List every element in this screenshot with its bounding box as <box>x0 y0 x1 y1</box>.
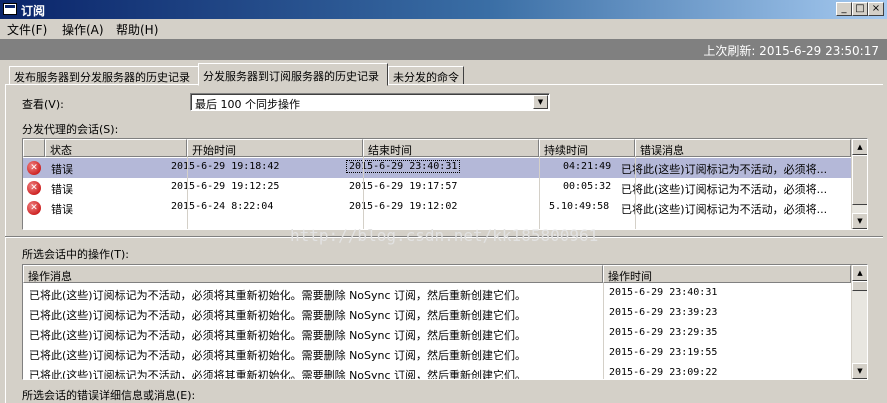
session-error: 已将此(这些)订阅标记为不活动，必须将... <box>621 183 828 196</box>
scroll-up-icon[interactable]: ▲ <box>852 139 867 155</box>
scroll-down-icon[interactable]: ▼ <box>852 213 867 229</box>
session-duration: 04:21:49 <box>563 161 612 172</box>
scroll-thumb[interactable] <box>852 155 867 205</box>
sessions-header-start[interactable]: 开始时间 <box>187 139 363 157</box>
window-title: 订阅 <box>21 4 46 18</box>
action-message: 已将此(这些)订阅标记为不活动，必须将其重新初始化。需要删除 NoSync 订阅… <box>29 309 527 322</box>
sessions-scrollbar[interactable]: ▲ ▼ <box>851 139 867 229</box>
view-selected-value: 最后 100 个同步操作 <box>195 98 300 111</box>
column-divider <box>539 157 540 229</box>
refresh-status-bar: 上次刷新: 2015-6-29 23:50:17 <box>0 39 887 60</box>
menu-bar: 文件(F) 操作(A) 帮助(H) <box>0 19 887 38</box>
action-time: 2015-6-29 23:29:35 <box>609 327 718 338</box>
action-message: 已将此(这些)订阅标记为不活动，必须将其重新初始化。需要删除 NoSync 订阅… <box>29 289 527 302</box>
tab-undistributed-commands[interactable]: 未分发的命令 <box>388 66 464 85</box>
session-status: 错误 <box>51 183 73 196</box>
menu-file[interactable]: 文件(F) <box>7 21 47 38</box>
session-end: 2015-6-29 19:17:57 <box>349 181 458 192</box>
sessions-header-error[interactable]: 错误消息 <box>635 139 851 157</box>
session-end: 2015-6-29 19:12:02 <box>349 201 458 212</box>
last-refresh-text: 上次刷新: 2015-6-29 23:50:17 <box>703 44 879 58</box>
menu-help[interactable]: 帮助(H) <box>116 21 158 38</box>
session-row[interactable]: ✕ 错误 2015-6-29 19:18:42 2015-6-29 23:40:… <box>23 158 851 178</box>
column-divider <box>603 283 604 379</box>
session-row[interactable]: ✕ 错误 2015-6-24 8:22:04 2015-6-29 19:12:0… <box>23 198 851 218</box>
title-bar: 订阅 _ □ × <box>0 0 887 19</box>
actions-grid: 操作消息 操作时间 已将此(这些)订阅标记为不活动，必须将其重新初始化。需要删除… <box>22 264 868 380</box>
error-circle-icon: ✕ <box>27 201 41 215</box>
window-icon <box>3 3 17 15</box>
actions-header-message[interactable]: 操作消息 <box>23 265 603 283</box>
action-row[interactable]: 已将此(这些)订阅标记为不活动，必须将其重新初始化。需要删除 NoSync 订阅… <box>23 364 851 380</box>
column-divider <box>187 157 188 229</box>
session-row[interactable]: ✕ 错误 2015-6-29 19:12:25 2015-6-29 19:17:… <box>23 178 851 198</box>
action-row[interactable]: 已将此(这些)订阅标记为不活动，必须将其重新初始化。需要删除 NoSync 订阅… <box>23 344 851 364</box>
sessions-header-status[interactable]: 状态 <box>45 139 187 157</box>
minimize-button[interactable]: _ <box>836 2 852 16</box>
chevron-down-icon[interactable]: ▼ <box>533 95 548 109</box>
action-time: 2015-6-29 23:09:22 <box>609 367 718 378</box>
splitter[interactable] <box>5 236 883 238</box>
action-row[interactable]: 已将此(这些)订阅标记为不活动，必须将其重新初始化。需要删除 NoSync 订阅… <box>23 284 851 304</box>
action-time: 2015-6-29 23:40:31 <box>609 287 718 298</box>
sessions-header-duration[interactable]: 持续时间 <box>539 139 635 157</box>
actions-header-time[interactable]: 操作时间 <box>603 265 851 283</box>
action-message: 已将此(这些)订阅标记为不活动，必须将其重新初始化。需要删除 NoSync 订阅… <box>29 329 527 342</box>
column-divider <box>635 157 636 229</box>
close-button[interactable]: × <box>868 2 884 16</box>
session-status: 错误 <box>51 163 73 176</box>
tab-publisher-to-distributor[interactable]: 发布服务器到分发服务器的历史记录 <box>9 66 199 85</box>
sessions-header-end[interactable]: 结束时间 <box>363 139 539 157</box>
error-circle-icon: ✕ <box>27 161 41 175</box>
tab-strip: 发布服务器到分发服务器的历史记录 分发服务器到订阅服务器的历史记录 未分发的命令 <box>0 63 887 86</box>
session-error: 已将此(这些)订阅标记为不活动，必须将... <box>621 163 828 176</box>
action-row[interactable]: 已将此(这些)订阅标记为不活动，必须将其重新初始化。需要删除 NoSync 订阅… <box>23 304 851 324</box>
maximize-button[interactable]: □ <box>852 2 868 16</box>
view-label: 查看(V): <box>22 98 64 111</box>
scroll-thumb[interactable] <box>852 281 867 291</box>
sessions-label: 分发代理的会话(S): <box>22 123 119 136</box>
scroll-up-icon[interactable]: ▲ <box>852 265 867 281</box>
session-duration: 00:05:32 <box>563 181 612 192</box>
action-message: 已将此(这些)订阅标记为不活动，必须将其重新初始化。需要删除 NoSync 订阅… <box>29 369 527 380</box>
session-status: 错误 <box>51 203 73 216</box>
session-duration: 5.10:49:58 <box>549 201 610 212</box>
sessions-grid: 状态 开始时间 结束时间 持续时间 错误消息 ✕ 错误 2015-6-29 19… <box>22 138 868 230</box>
action-row[interactable]: 已将此(这些)订阅标记为不活动，必须将其重新初始化。需要删除 NoSync 订阅… <box>23 324 851 344</box>
error-circle-icon: ✕ <box>27 181 41 195</box>
actions-scrollbar[interactable]: ▲ ▼ <box>851 265 867 379</box>
session-error: 已将此(这些)订阅标记为不活动，必须将... <box>621 203 828 216</box>
details-label: 所选会话的错误详细信息或消息(E): <box>22 389 196 402</box>
sessions-header-corner <box>23 139 45 157</box>
action-time: 2015-6-29 23:39:23 <box>609 307 718 318</box>
menu-action[interactable]: 操作(A) <box>62 21 104 38</box>
column-divider <box>363 157 364 229</box>
tab-distributor-to-subscriber[interactable]: 分发服务器到订阅服务器的历史记录 <box>198 63 388 86</box>
scroll-down-icon[interactable]: ▼ <box>852 363 867 379</box>
actions-label: 所选会话中的操作(T): <box>22 248 130 261</box>
action-message: 已将此(这些)订阅标记为不活动，必须将其重新初始化。需要删除 NoSync 订阅… <box>29 349 527 362</box>
view-combobox[interactable]: 最后 100 个同步操作 ▼ <box>190 93 550 111</box>
action-time: 2015-6-29 23:19:55 <box>609 347 718 358</box>
